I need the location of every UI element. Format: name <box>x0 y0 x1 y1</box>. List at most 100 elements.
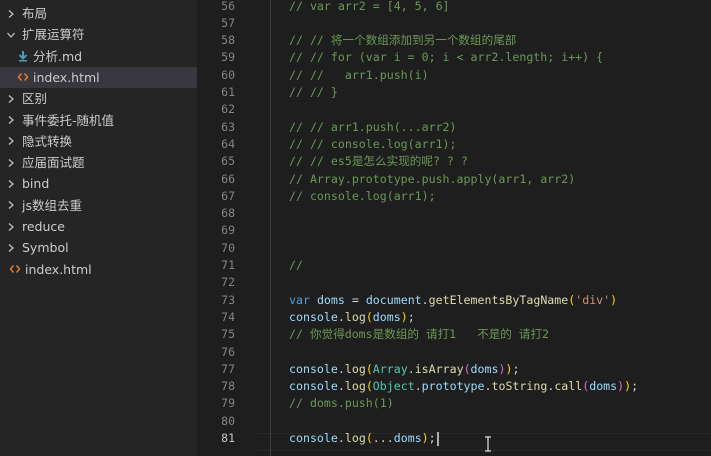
code-line[interactable]: // // es5是怎么实现的呢? ? ? <box>289 153 468 171</box>
code-line[interactable]: // var arr2 = [4, 5, 6] <box>289 0 450 15</box>
code-token: console <box>289 431 338 445</box>
line-number: 81 <box>221 431 235 445</box>
code-token: ) <box>400 309 408 324</box>
code-comment: // // arr1.push(i) <box>289 67 429 82</box>
line-number: 64 <box>221 136 235 151</box>
line-number: 63 <box>221 119 235 134</box>
code-token: ) <box>610 292 618 307</box>
chevron-right-icon[interactable] <box>4 173 18 194</box>
code-token: ) <box>421 431 429 445</box>
code-token: doms <box>393 431 422 445</box>
line-number: 61 <box>221 85 235 99</box>
code-line[interactable]: // doms.push(1) <box>289 395 394 413</box>
tree-item-folder-10[interactable]: reduce <box>0 216 197 237</box>
code-token: console <box>289 379 338 394</box>
tree-item-label: 事件委托-随机值 <box>22 112 115 128</box>
chevron-right-icon[interactable] <box>4 216 18 237</box>
code-token: . <box>337 431 345 445</box>
code-token: doms <box>589 379 618 394</box>
code-area[interactable]: // var arr2 = [4, 5, 6] // // 将一个数组添加到另一个… <box>289 0 709 456</box>
code-line[interactable]: // // arr1.push(...arr2) <box>289 119 457 137</box>
line-number: 59 <box>221 50 235 65</box>
code-line[interactable]: console.log(Array.isArray(doms)); <box>289 361 519 379</box>
tree-item-file-2[interactable]: 分析.md <box>0 46 197 67</box>
line-number: 68 <box>221 206 235 221</box>
line-number: 58 <box>221 33 235 48</box>
code-line[interactable]: // console.log(arr1); <box>289 188 436 206</box>
code-line[interactable]: console.log(...doms); <box>289 430 439 448</box>
line-number: 78 <box>221 379 235 394</box>
code-line[interactable]: // // 将一个数组添加到另一个数组的尾部 <box>289 32 516 50</box>
code-line[interactable]: // Array.prototype.push.apply(arr1, arr2… <box>289 171 575 189</box>
line-number: 57 <box>221 15 235 30</box>
line-number: 80 <box>221 413 235 428</box>
chevron-down-icon[interactable] <box>4 24 18 45</box>
code-comment: // // 将一个数组添加到另一个数组的尾部 <box>289 33 517 48</box>
html-file-icon <box>16 67 30 88</box>
code-token: doms <box>470 361 499 376</box>
code-line[interactable]: // // for (var i = 0; i < arr2.length; i… <box>289 49 603 67</box>
code-token: ( <box>365 379 373 394</box>
line-number: 66 <box>221 171 235 186</box>
code-line[interactable]: // // arr1.push(i) <box>289 67 429 85</box>
line-number: 60 <box>221 67 235 82</box>
tree-item-label: 隐式转换 <box>22 133 73 149</box>
code-token: getElementsByTagName <box>428 292 569 307</box>
indent-guide <box>270 0 271 456</box>
code-comment: // // arr1.push(...arr2) <box>289 119 457 134</box>
tree-item-folder-8[interactable]: bind <box>0 173 197 194</box>
chevron-right-icon[interactable] <box>4 237 18 258</box>
tree-item-folder-0[interactable]: 布局 <box>0 3 197 24</box>
tree-item-label: js数组去重 <box>22 197 82 213</box>
code-line[interactable]: // 你觉得doms是数组的 请打1 不是的 请打2 <box>289 326 549 344</box>
code-token: . <box>407 361 415 376</box>
code-token: isArray <box>414 361 464 376</box>
code-token: ... <box>372 431 394 445</box>
chevron-right-icon[interactable] <box>4 195 18 216</box>
tree-item-label: index.html <box>25 261 92 277</box>
line-number-gutter: 56 57 58 59 60 61 62 63 64 65 66 67 68 69 70 71 72 73 74 75… <box>197 0 255 456</box>
text-caret <box>436 431 439 446</box>
code-token: console <box>289 309 338 324</box>
chevron-right-icon[interactable] <box>4 88 18 109</box>
chevron-right-icon[interactable] <box>4 131 18 152</box>
code-token: ; <box>512 361 520 376</box>
tree-item-label: 分析.md <box>33 48 83 64</box>
code-comment: // console.log(arr1); <box>289 188 436 203</box>
tree-item-label: 扩展运算符 <box>22 27 85 43</box>
tree-item-label: 应届面试题 <box>22 155 85 171</box>
code-line[interactable]: // // console.log(arr1); <box>289 136 457 154</box>
chevron-right-icon[interactable] <box>4 3 18 24</box>
code-comment: // var arr2 = [4, 5, 6] <box>289 0 450 13</box>
code-editor[interactable]: 56 57 58 59 60 61 62 63 64 65 66 67 68 69 70 71 72 73 74 75… <box>197 0 711 456</box>
code-line[interactable]: console.log(doms); <box>289 309 415 327</box>
tree-item-folder-5[interactable]: 事件委托-随机值 <box>0 110 197 131</box>
tree-item-folder-11[interactable]: Symbol <box>0 237 197 258</box>
tree-item-file-12[interactable]: index.html <box>0 259 197 280</box>
tree-item-label: 区别 <box>22 91 48 107</box>
tree-item-folder-4[interactable]: 区别 <box>0 88 197 109</box>
tree-item-folder-9[interactable]: js数组去重 <box>0 195 197 216</box>
tree-item-label: 布局 <box>22 6 48 21</box>
tree-item-folder-1[interactable]: 扩展运算符 <box>0 24 197 45</box>
code-token: doms <box>316 292 345 307</box>
tree-item-folder-6[interactable]: 隐式转换 <box>0 131 197 152</box>
line-number: 67 <box>221 188 235 203</box>
code-token: log <box>344 379 366 394</box>
code-line[interactable]: console.log(Object.prototype.toString.ca… <box>289 378 638 396</box>
tree-item-folder-7[interactable]: 应届面试题 <box>0 152 197 173</box>
code-line[interactable]: // <box>289 257 303 275</box>
line-number: 74 <box>221 309 235 324</box>
code-token: = <box>344 292 366 307</box>
tree-item-file-3[interactable]: index.html <box>0 66 197 88</box>
tree-item-label: reduce <box>22 219 65 234</box>
code-token: prototype <box>421 379 485 394</box>
chevron-right-icon[interactable] <box>4 152 18 173</box>
code-comment: // Array.prototype.push.apply(arr1, arr2… <box>289 171 576 186</box>
code-comment: // doms.push(1) <box>289 396 394 411</box>
code-line[interactable]: var doms = document.getElementsByTagName… <box>289 292 617 310</box>
chevron-right-icon[interactable] <box>4 110 18 131</box>
code-token: ( <box>365 309 373 324</box>
code-line[interactable]: // // } <box>289 84 338 102</box>
